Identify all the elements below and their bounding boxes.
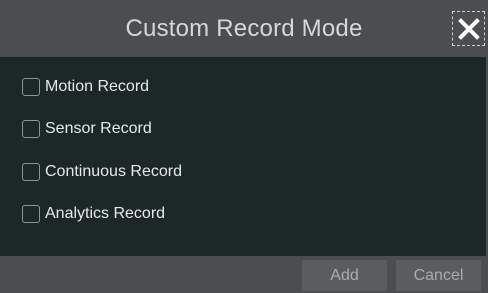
analytics-record-checkbox[interactable] bbox=[22, 205, 40, 223]
sensor-record-checkbox[interactable] bbox=[22, 120, 40, 138]
option-continuous-record[interactable]: Continuous Record bbox=[22, 160, 182, 184]
close-button[interactable] bbox=[452, 11, 485, 46]
option-label: Sensor Record bbox=[45, 120, 152, 137]
option-label: Continuous Record bbox=[45, 163, 182, 180]
custom-record-mode-dialog: Custom Record Mode Motion Record Sensor … bbox=[0, 0, 488, 293]
add-button[interactable]: Add bbox=[302, 260, 387, 291]
option-label: Motion Record bbox=[45, 78, 150, 95]
option-sensor-record[interactable]: Sensor Record bbox=[22, 117, 152, 141]
close-icon bbox=[457, 17, 480, 40]
dialog-footer: Add Cancel bbox=[0, 256, 488, 293]
continuous-record-checkbox[interactable] bbox=[22, 163, 40, 181]
dialog-titlebar: Custom Record Mode bbox=[0, 0, 488, 57]
dialog-title: Custom Record Mode bbox=[125, 15, 363, 42]
cancel-button[interactable]: Cancel bbox=[396, 260, 481, 291]
option-label: Analytics Record bbox=[45, 205, 166, 222]
option-analytics-record[interactable]: Analytics Record bbox=[22, 202, 165, 226]
motion-record-checkbox[interactable] bbox=[22, 78, 40, 96]
option-motion-record[interactable]: Motion Record bbox=[22, 75, 149, 99]
